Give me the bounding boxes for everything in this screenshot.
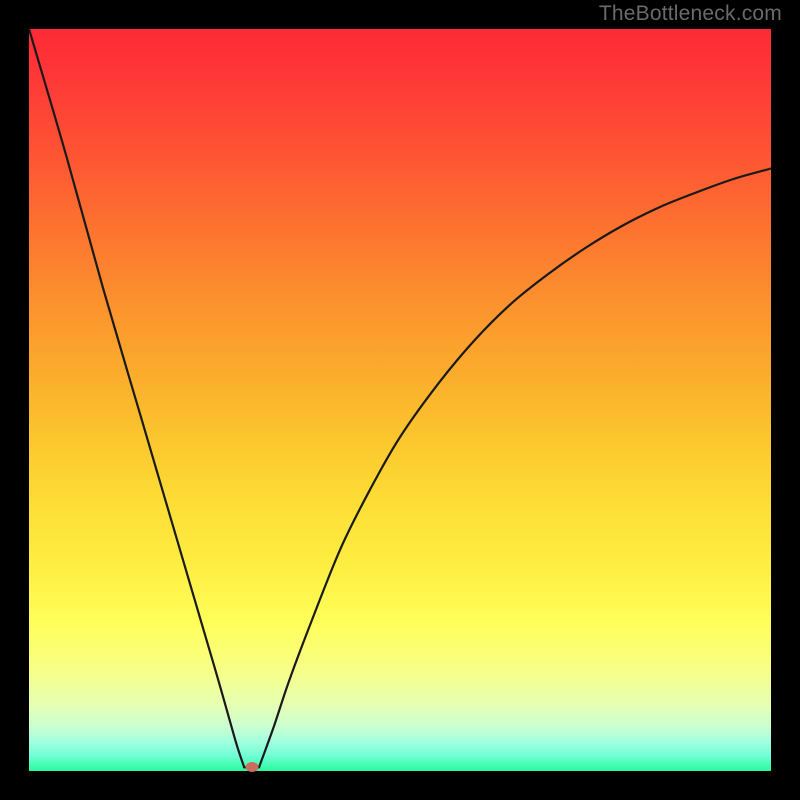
chart-frame: TheBottleneck.com xyxy=(0,0,800,800)
watermark-text: TheBottleneck.com xyxy=(599,2,782,26)
min-point-marker xyxy=(245,762,258,772)
curve-right-branch xyxy=(259,169,771,768)
curve-left-branch xyxy=(29,29,244,767)
plot-area xyxy=(29,29,771,771)
bottleneck-curve xyxy=(29,29,771,771)
